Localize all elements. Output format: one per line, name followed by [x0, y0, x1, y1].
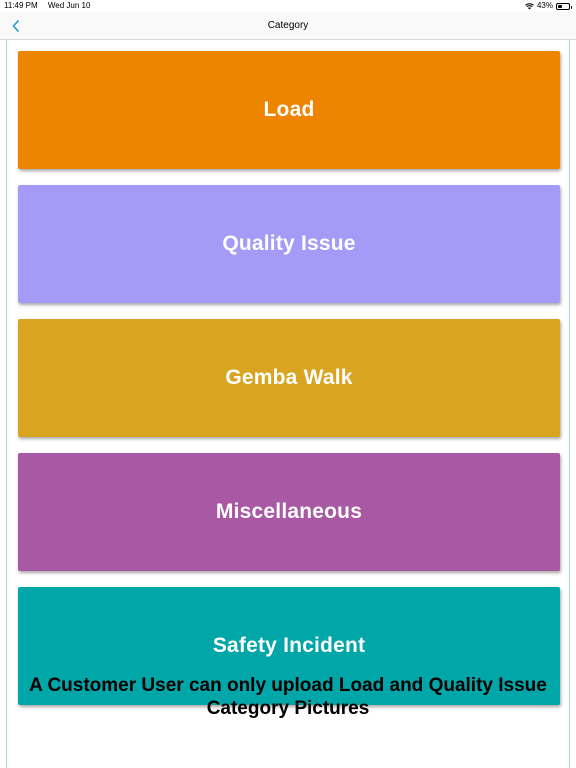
category-button-miscellaneous[interactable]: Miscellaneous [18, 453, 560, 571]
battery-percent: 43% [536, 1, 553, 10]
status-left: 11:49 PM Wed Jun 10 [4, 0, 98, 12]
upload-notice: A Customer User can only upload Load and… [29, 675, 547, 719]
category-label: Safety Incident [212, 634, 366, 657]
battery-fill [558, 4, 563, 8]
battery-icon [556, 2, 572, 10]
screen: 11:49 PM Wed Jun 10 43% Category Load Qu… [0, 0, 576, 768]
status-bar: 11:49 PM Wed Jun 10 43% [0, 0, 576, 12]
category-list-container: Load Quality Issue Gemba Walk Miscellaneous… [6, 40, 570, 768]
category-label: Load [263, 98, 315, 121]
page-title: Category [267, 20, 309, 31]
category-button-load[interactable]: Load [18, 51, 560, 169]
status-right: 43% [525, 0, 572, 12]
category-list: Load Quality Issue Gemba Walk Miscellaneous… [18, 51, 560, 721]
nav-bar: Category [0, 12, 576, 40]
wifi-icon [525, 2, 534, 10]
category-label: Miscellaneous [215, 500, 363, 523]
status-time: 11:49 PM [4, 1, 38, 10]
category-label: Quality Issue [222, 232, 356, 255]
status-date: Wed Jun 10 [47, 1, 91, 10]
category-button-gemba-walk[interactable]: Gemba Walk [18, 319, 560, 437]
category-label: Gemba Walk [225, 366, 353, 389]
category-button-quality-issue[interactable]: Quality Issue [18, 185, 560, 303]
